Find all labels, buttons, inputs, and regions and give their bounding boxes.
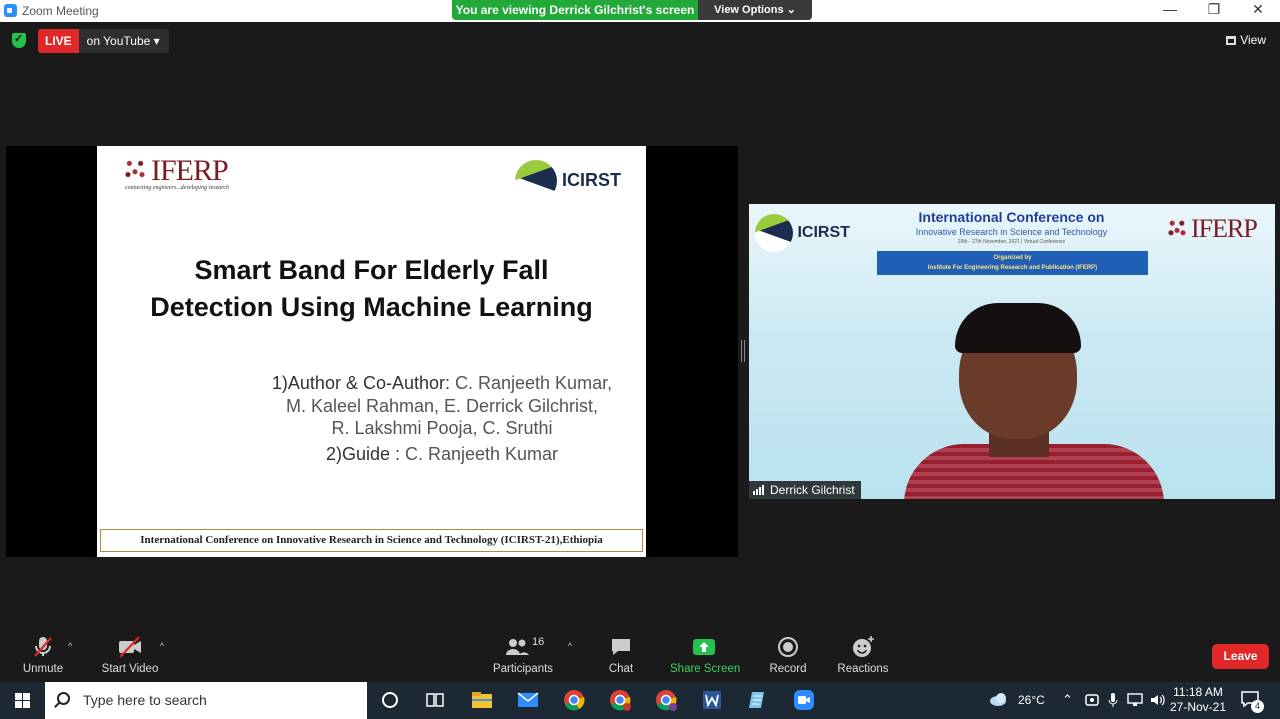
view-button[interactable]: View (1226, 33, 1266, 47)
chat-button[interactable]: Chat (604, 635, 638, 675)
mail-icon[interactable] (516, 688, 540, 712)
participant-person (899, 299, 1169, 499)
live-destination-dropdown[interactable]: on YouTube ▾ (78, 29, 169, 53)
slide-title: Smart Band For Elderly Fall Detection Us… (150, 255, 593, 322)
notifications-button[interactable]: 4 (1240, 690, 1264, 713)
participant-name-tag: Derrick Gilchrist (749, 481, 861, 499)
bg-iferp-logo: IFERP (1165, 214, 1258, 244)
windows-logo-icon (15, 693, 30, 708)
taskbar-clock[interactable]: 11:18 AM 27-Nov-21 (1170, 685, 1226, 715)
file-explorer-icon[interactable] (470, 688, 494, 712)
unmute-button[interactable]: Unmute (18, 635, 68, 675)
bg-iferp-dots-icon (1165, 216, 1189, 240)
slide-authors: 1)Author & Co-Author: C. Ranjeeth Kumar,… (271, 373, 613, 438)
participant-video[interactable]: ICIRST International Conference on Innov… (749, 204, 1275, 499)
chat-bubble-icon (612, 639, 630, 655)
notepad-icon[interactable] (746, 688, 770, 712)
iferp-tagline: connecting engineers...developing resear… (125, 185, 230, 191)
signal-strength-icon (753, 485, 765, 495)
slide-footer: International Conference on Innovative R… (100, 529, 643, 552)
clock-date: 27-Nov-21 (1169, 700, 1226, 714)
shared-screen-area[interactable]: IFERP connecting engineers...developing … (6, 146, 738, 557)
share-screen-icon (693, 639, 715, 655)
audio-options-caret[interactable]: ^ (68, 641, 72, 651)
bg-icirst-mark-icon (755, 214, 793, 252)
word-icon[interactable] (700, 688, 724, 712)
video-options-caret[interactable]: ^ (160, 641, 164, 651)
meeting-toolbar: Unmute ^ Start Video ^ 16 Participants ^… (0, 627, 1280, 682)
restore-button[interactable]: ❐ (1192, 1, 1236, 18)
zoom-taskbar-icon[interactable] (792, 688, 816, 712)
minimize-button[interactable]: — (1148, 1, 1192, 17)
network-icon[interactable] (1127, 693, 1143, 707)
bg-conference-dates: 26th - 27th November, 2021 | Virtual Con… (957, 239, 1066, 245)
bg-icirst-logo: ICIRST (755, 214, 850, 252)
weather-icon[interactable] (988, 691, 1010, 709)
chrome-profile-m-icon[interactable] (654, 688, 678, 712)
reactions-button[interactable]: Reactions (836, 635, 890, 675)
icirst-logo: ICIRST (515, 160, 621, 202)
security-shield-icon[interactable] (12, 32, 26, 48)
taskbar-search-box[interactable]: Type here to search (45, 682, 367, 719)
chrome-profile-icon[interactable] (608, 688, 632, 712)
window-title: Zoom Meeting (22, 4, 99, 18)
search-placeholder: Type here to search (83, 692, 207, 708)
presentation-slide: IFERP connecting engineers...developing … (97, 146, 646, 557)
iferp-logo: IFERP connecting engineers...developing … (121, 154, 230, 191)
participants-options-caret[interactable]: ^ (568, 641, 572, 651)
bg-conference-subtitle: Innovative Research in Science and Techn… (915, 227, 1108, 237)
view-grid-icon (1226, 36, 1237, 45)
video-off-icon (119, 636, 141, 658)
participants-icon (506, 639, 529, 655)
task-view-icon[interactable] (423, 688, 447, 712)
record-icon (778, 637, 798, 657)
live-stream-indicator[interactable]: LIVE on YouTube ▾ (38, 29, 169, 53)
view-options-button[interactable]: View Options ⌄ (698, 0, 812, 20)
participant-name: Derrick Gilchrist (770, 483, 855, 497)
chrome-icon[interactable] (562, 688, 586, 712)
viewing-banner: You are viewing Derrick Gilchrist's scre… (452, 0, 812, 20)
record-button[interactable]: Record (766, 635, 810, 675)
tray-expand-icon[interactable]: ⌃ (1062, 692, 1073, 708)
bg-conference-title: International Conference on (918, 209, 1105, 225)
live-badge: LIVE (38, 29, 79, 53)
viewing-message: You are viewing Derrick Gilchrist's scre… (455, 3, 695, 17)
iferp-dots-icon (121, 155, 149, 183)
tray-app-icon[interactable] (1085, 693, 1099, 707)
slide-guide: 2)Guide : C. Ranjeeth Kumar (325, 444, 559, 464)
cortana-icon[interactable] (378, 688, 402, 712)
participants-count: 16 (532, 636, 545, 648)
start-button[interactable] (0, 682, 45, 719)
leave-button[interactable]: Leave (1212, 644, 1269, 669)
share-screen-button[interactable]: Share Screen (670, 635, 740, 675)
microphone-tray-icon[interactable] (1107, 692, 1119, 708)
close-button[interactable]: ✕ (1236, 1, 1280, 18)
notification-count: 4 (1251, 700, 1264, 713)
panel-splitter-handle[interactable] (741, 340, 745, 362)
search-icon (57, 692, 70, 705)
view-label: View (1240, 33, 1266, 47)
temperature[interactable]: 26°C (1018, 693, 1045, 707)
windows-taskbar: Type here to search 26°C ⌃ 11:18 AM 27-N… (0, 682, 1280, 719)
zoom-logo-icon (4, 4, 17, 17)
volume-icon[interactable] (1149, 692, 1165, 708)
start-video-button[interactable]: Start Video (100, 635, 160, 675)
reactions-smiley-icon (853, 636, 874, 657)
participants-button[interactable]: 16 Participants (492, 635, 554, 675)
muted-microphone-icon (34, 637, 52, 657)
clock-time: 11:18 AM (1173, 685, 1223, 699)
icirst-mark-icon (515, 160, 557, 202)
bg-organizer-banner: Organized by Institute For Engineering R… (877, 251, 1148, 275)
